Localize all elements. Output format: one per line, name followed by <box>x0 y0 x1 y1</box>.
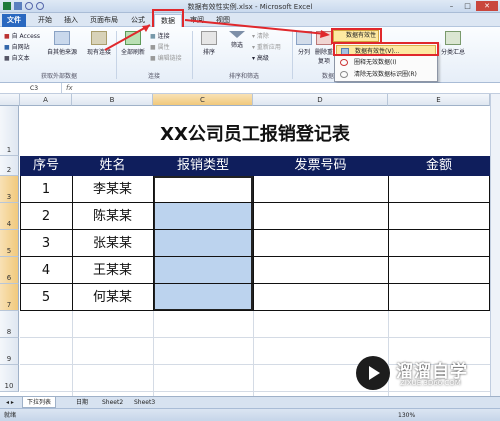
row-header-3[interactable]: 3 <box>0 176 19 203</box>
column-header-c[interactable]: C <box>153 94 253 106</box>
status-bar: 就绪 130% <box>0 408 500 421</box>
arrow-to-validation <box>184 19 327 35</box>
cell-no[interactable]: 3 <box>20 230 72 257</box>
cell-no[interactable]: 4 <box>20 257 72 284</box>
gridline <box>72 311 73 396</box>
column-header-b[interactable]: B <box>72 94 153 106</box>
row-header-8[interactable]: 8 <box>0 311 19 338</box>
sheet-tab-sheet2[interactable]: Sheet2 <box>98 397 127 408</box>
row-header-5[interactable]: 5 <box>0 230 19 257</box>
gridline <box>253 311 254 396</box>
sheet-title[interactable]: XX公司员工报销登记表 <box>20 120 490 146</box>
row-header-9[interactable]: 9 <box>0 338 19 365</box>
row-header-7[interactable]: 7 <box>0 284 19 311</box>
column-header-d[interactable]: D <box>253 94 388 106</box>
formula-bar: C3 fx <box>0 83 500 94</box>
status-ready: 就绪 <box>4 412 17 419</box>
header-cell-invoice[interactable]: 发票号码 <box>253 156 388 176</box>
cell-name[interactable]: 陈某某 <box>72 203 153 230</box>
sheet-tab-sheet3[interactable]: Sheet3 <box>130 397 159 408</box>
watermark: 溜溜自学 ZIXUE.3D66.COM <box>348 352 498 398</box>
table-border <box>153 176 154 311</box>
table-border <box>388 176 389 311</box>
sheet-tab-date[interactable]: 日期 <box>72 397 92 408</box>
column-header-a[interactable]: A <box>20 94 72 106</box>
header-cell-type[interactable]: 报销类型 <box>153 156 253 176</box>
row-header-4[interactable]: 4 <box>0 203 19 230</box>
worksheet-grid[interactable]: A B C D E 1 2 3 4 5 6 7 8 9 10 XX公司员工报销登… <box>0 94 490 396</box>
row-header-1[interactable]: 1 <box>0 106 19 156</box>
table-header-row: 序号 姓名 报销类型 发票号码 金额 <box>20 156 490 176</box>
row-header-2[interactable]: 2 <box>0 156 19 176</box>
cell-no[interactable]: 2 <box>20 203 72 230</box>
fx-icon[interactable]: fx <box>66 83 73 94</box>
header-cell-amount[interactable]: 金额 <box>388 156 490 176</box>
watermark-logo-icon <box>356 356 390 390</box>
active-cell[interactable] <box>155 178 251 203</box>
zoom-level[interactable]: 130% <box>398 409 415 421</box>
select-all-corner[interactable] <box>0 94 20 106</box>
vertical-scrollbar[interactable] <box>490 94 500 396</box>
cell-name[interactable]: 张某某 <box>72 230 153 257</box>
gridline <box>153 311 154 396</box>
column-header-e[interactable]: E <box>388 94 490 106</box>
cell-no[interactable]: 5 <box>20 284 72 311</box>
arrow-to-data-tab <box>104 24 151 51</box>
sheet-tab-dropdown-list[interactable]: 下拉列表 <box>22 397 57 408</box>
row-header-10[interactable]: 10 <box>0 365 19 392</box>
gridline <box>20 337 490 338</box>
header-cell-name[interactable]: 姓名 <box>72 156 153 176</box>
cell-name[interactable]: 王某某 <box>72 257 153 284</box>
cell-name[interactable]: 李某某 <box>72 176 153 203</box>
cell-name[interactable]: 何某某 <box>72 284 153 311</box>
watermark-subtext: ZIXUE.3D66.COM <box>400 379 461 387</box>
arrow-head <box>320 30 330 38</box>
cell-no[interactable]: 1 <box>20 176 72 203</box>
sheet-nav-arrows[interactable]: ◂ ▸ <box>2 397 18 408</box>
row-header-6[interactable]: 6 <box>0 257 19 284</box>
header-cell-no[interactable]: 序号 <box>20 156 72 176</box>
table-border <box>253 176 254 311</box>
name-box[interactable]: C3 <box>0 83 62 94</box>
